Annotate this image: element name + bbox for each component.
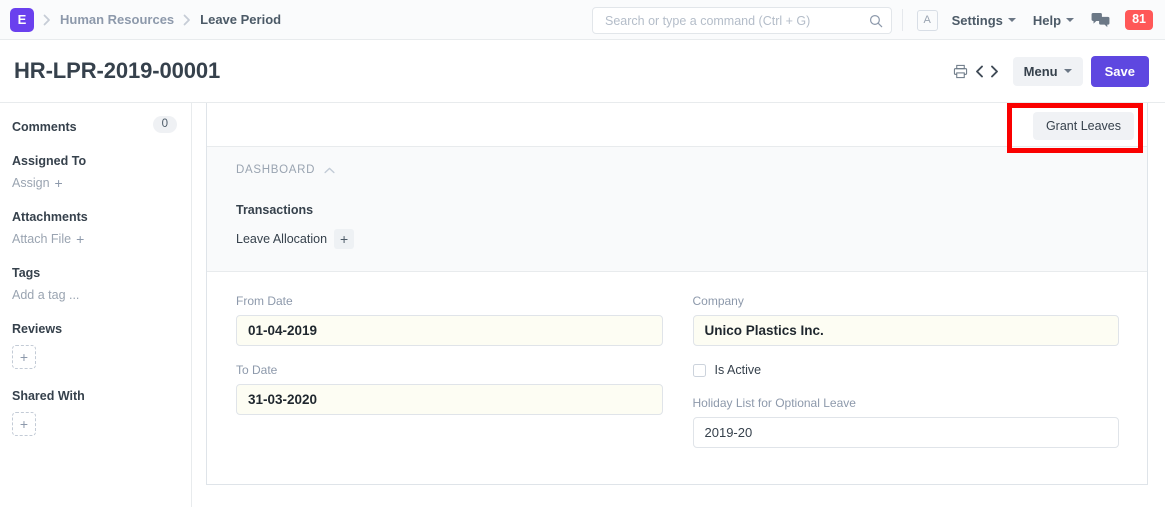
is-active-checkbox[interactable] — [693, 364, 706, 377]
assign-label: Assign — [12, 176, 50, 190]
form-column-right: Company Is Active Holiday List for Optio… — [693, 294, 1120, 465]
form-sidebar: Comments 0 Assigned To Assign + Attachme… — [0, 103, 192, 507]
attach-file-button[interactable]: Attach File + — [12, 232, 177, 246]
comments-count-badge: 0 — [153, 116, 177, 134]
form-fields-grid: From Date To Date Company I — [207, 272, 1147, 465]
field-from-date: From Date — [236, 294, 663, 346]
app-logo[interactable]: E — [10, 8, 34, 32]
tags-label: Tags — [12, 266, 177, 280]
chevron-up-icon — [324, 167, 335, 174]
field-to-date: To Date — [236, 363, 663, 415]
plus-icon-assign: + — [55, 176, 63, 190]
sidebar-comments[interactable]: Comments 0 — [12, 115, 177, 134]
chevron-left-icon[interactable] — [972, 59, 987, 83]
settings-menu[interactable]: Settings — [952, 13, 1016, 28]
form-column-left: From Date To Date — [236, 294, 663, 465]
dashboard-section-label: DASHBOARD — [236, 164, 315, 176]
breadcrumb-separator-icon — [43, 14, 51, 26]
breadcrumb-leave-period[interactable]: Leave Period — [200, 12, 281, 27]
attachments-label: Attachments — [12, 210, 177, 224]
company-label: Company — [693, 294, 1120, 308]
company-input[interactable] — [693, 315, 1120, 346]
menu-button-label: Menu — [1024, 64, 1058, 79]
add-leave-allocation-button[interactable]: + — [334, 229, 354, 249]
dashboard-section: DASHBOARD Transactions Leave Allocation … — [207, 147, 1147, 272]
is-active-label: Is Active — [715, 363, 762, 377]
field-is-active[interactable]: Is Active — [693, 363, 1120, 377]
reviews-label: Reviews — [12, 322, 177, 336]
shared-with-label: Shared With — [12, 389, 177, 403]
settings-label: Settings — [952, 13, 1003, 28]
field-company: Company — [693, 294, 1120, 346]
to-date-input[interactable] — [236, 384, 663, 415]
add-review-button[interactable]: + — [12, 345, 36, 369]
breadcrumb-human-resources[interactable]: Human Resources — [60, 12, 174, 27]
page-actions: Menu Save — [950, 56, 1149, 87]
page-header: HR-LPR-2019-00001 Menu Save — [0, 40, 1165, 102]
page-body: Comments 0 Assigned To Assign + Attachme… — [0, 102, 1165, 507]
comments-label: Comments — [12, 120, 77, 134]
from-date-input[interactable] — [236, 315, 663, 346]
form-toolbar: Grant Leaves — [207, 103, 1147, 147]
form-main: Grant Leaves DASHBOARD Transactions Leav… — [192, 103, 1165, 507]
chevron-down-icon — [1008, 18, 1016, 22]
transactions-row: Leave Allocation + — [236, 229, 1147, 249]
printer-icon[interactable] — [950, 59, 972, 83]
global-search[interactable] — [592, 7, 892, 34]
dashboard-section-toggle[interactable]: DASHBOARD — [236, 164, 1147, 176]
assigned-to-label: Assigned To — [12, 154, 177, 168]
chevron-right-icon[interactable] — [987, 59, 1002, 83]
breadcrumb-separator-icon-2 — [183, 14, 191, 26]
search-input[interactable] — [603, 13, 869, 29]
chat-bubbles-icon[interactable] — [1091, 12, 1110, 28]
plus-icon-attach: + — [76, 232, 84, 246]
page-title: HR-LPR-2019-00001 — [14, 58, 220, 84]
help-label: Help — [1033, 13, 1061, 28]
search-icon — [869, 14, 883, 28]
from-date-label: From Date — [236, 294, 663, 308]
add-tag-input[interactable]: Add a tag ... — [12, 288, 177, 302]
top-navbar: E Human Resources Leave Period A Setting… — [0, 0, 1165, 40]
to-date-label: To Date — [236, 363, 663, 377]
navbar-divider — [902, 9, 903, 31]
navbar-right-group: A Settings Help 81 — [902, 0, 1153, 40]
avatar[interactable]: A — [917, 10, 938, 31]
assign-button[interactable]: Assign + — [12, 176, 177, 190]
holiday-list-label: Holiday List for Optional Leave — [693, 396, 1120, 410]
attach-file-label: Attach File — [12, 232, 71, 246]
grant-leaves-button[interactable]: Grant Leaves — [1033, 112, 1134, 140]
add-shared-with-button[interactable]: + — [12, 412, 36, 436]
notification-badge[interactable]: 81 — [1125, 10, 1153, 30]
field-holiday-list: Holiday List for Optional Leave — [693, 396, 1120, 448]
help-menu[interactable]: Help — [1033, 13, 1074, 28]
holiday-list-input[interactable] — [693, 417, 1120, 448]
chevron-down-icon-menu — [1064, 69, 1072, 73]
form-card: Grant Leaves DASHBOARD Transactions Leav… — [206, 103, 1148, 485]
save-button[interactable]: Save — [1091, 56, 1149, 87]
chevron-down-icon-help — [1066, 18, 1074, 22]
leave-allocation-link[interactable]: Leave Allocation — [236, 232, 327, 246]
menu-button[interactable]: Menu — [1013, 57, 1083, 86]
transactions-label: Transactions — [236, 203, 1147, 217]
